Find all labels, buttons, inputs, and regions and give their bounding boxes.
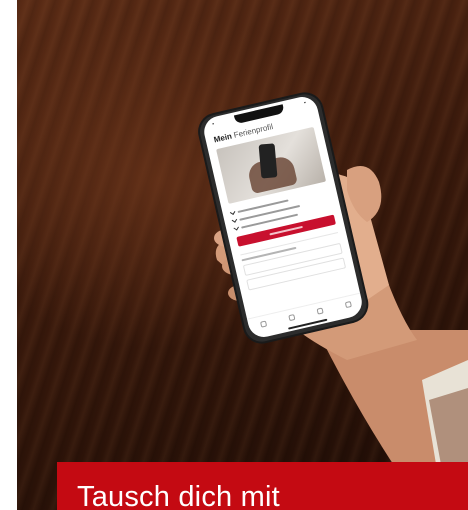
screen-image-phone	[258, 143, 278, 179]
check-icon	[233, 224, 239, 231]
headline-text: Tausch dich mit	[77, 481, 280, 510]
tab-icon	[287, 313, 295, 321]
check-icon	[231, 216, 238, 223]
screen-title-bold: Mein	[212, 131, 233, 145]
status-time-glyph: ▪	[211, 121, 215, 128]
tab-icon	[259, 320, 267, 328]
check-icon	[229, 208, 236, 215]
status-battery-glyph: ▪	[303, 99, 307, 107]
text-placeholder	[269, 225, 303, 236]
tab-icon	[344, 300, 352, 308]
headline-banner: Tausch dich mit	[57, 462, 468, 510]
tab-icon	[315, 307, 324, 315]
hero-photo: ▪ ▪ Mein Ferienprofil	[17, 0, 468, 510]
